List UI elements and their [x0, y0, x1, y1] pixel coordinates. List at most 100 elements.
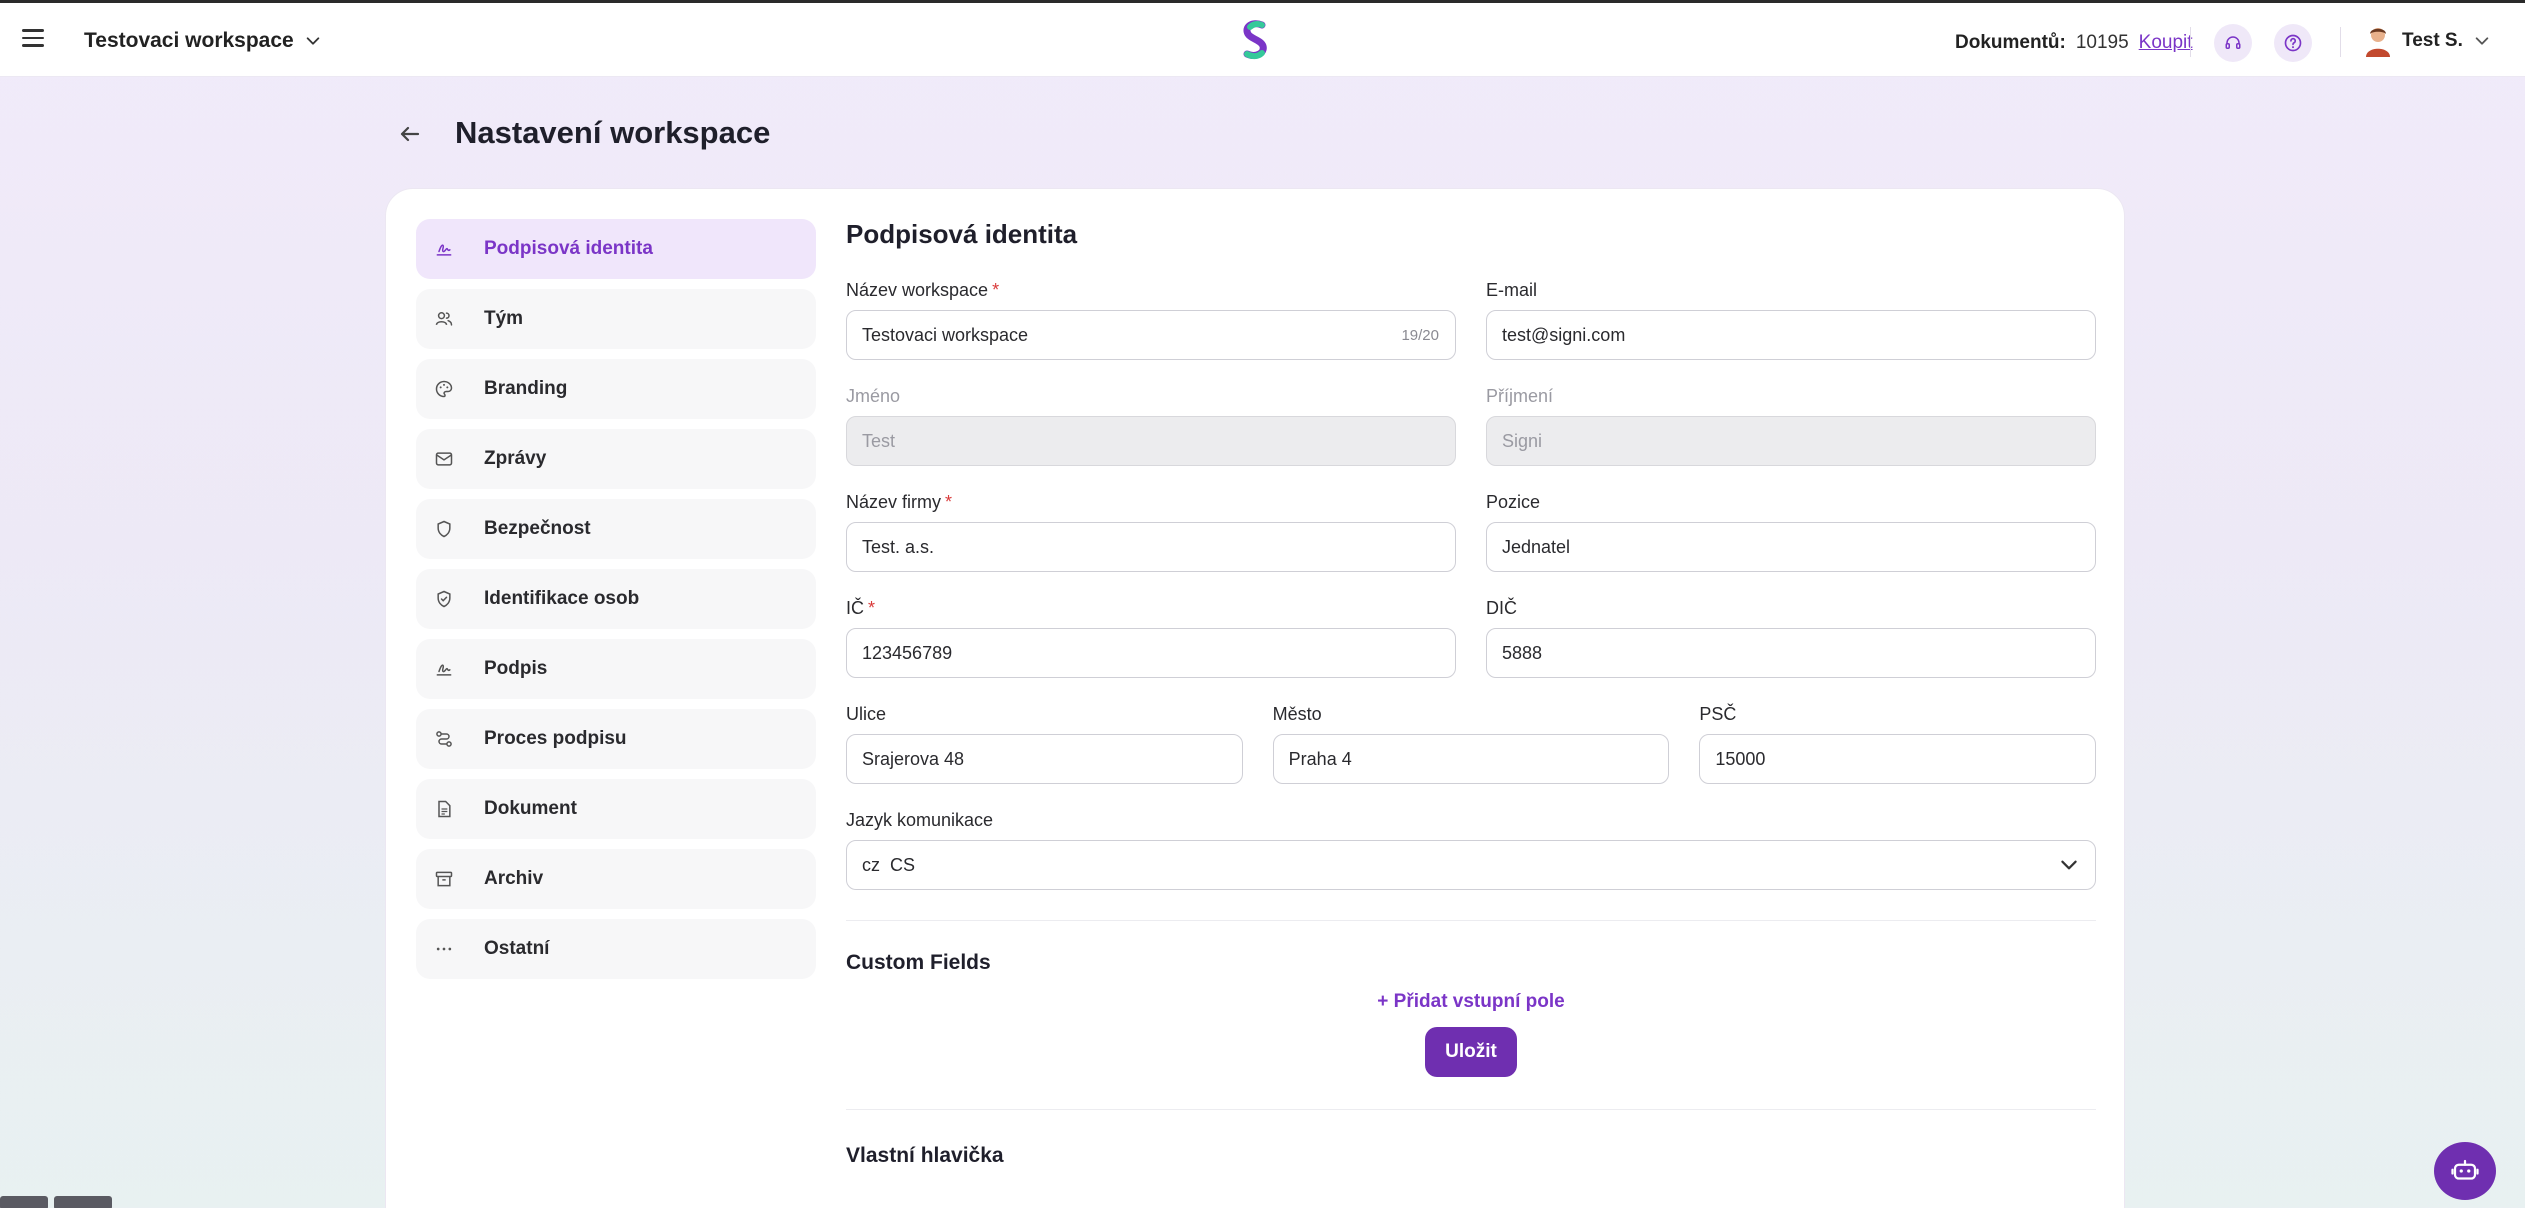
nav-item-zpravy[interactable]: Zprávy [416, 429, 816, 489]
position-input[interactable]: Jednatel [1486, 522, 2096, 572]
dic-input[interactable]: 5888 [1486, 628, 2096, 678]
first-name-field: Jméno Test [846, 386, 1456, 466]
user-menu[interactable]: Test S. [2364, 25, 2491, 57]
input-value: Praha 4 [1288, 748, 1352, 769]
nav-item-proces-podpisu[interactable]: Proces podpisu [416, 709, 816, 769]
debug-tag [0, 1196, 48, 1208]
company-input[interactable]: Test. a.s. [846, 522, 1456, 572]
chat-bot-button[interactable] [2434, 1142, 2496, 1200]
zip-field: PSČ 15000 [1699, 704, 2097, 784]
identity-form: Podpisová identita Název workspace * Test… [846, 219, 2097, 1184]
nav-item-label: Podpisová identita [484, 238, 653, 259]
ic-input[interactable]: 123456789 [846, 628, 1456, 678]
field-label: Název workspace [846, 280, 989, 300]
input-value: 5888 [1502, 642, 1543, 663]
signature-icon [434, 659, 454, 679]
position-field: Pozice Jednatel [1486, 492, 2096, 572]
back-arrow-icon[interactable] [396, 120, 424, 148]
shield-check-icon [434, 589, 454, 609]
shield-icon [434, 519, 454, 539]
field-label: Město [1272, 704, 1322, 724]
mail-icon [434, 449, 454, 469]
nav-item-label: Dokument [484, 798, 577, 819]
workspace-name-input[interactable]: Testovaci workspace 19/20 [846, 310, 1456, 360]
first-name-input: Test [846, 416, 1456, 466]
nav-item-podpis[interactable]: Podpis [416, 639, 816, 699]
company-field: Název firmy * Test. a.s. [846, 492, 1456, 572]
input-value: Srajerova 48 [862, 748, 965, 769]
city-input[interactable]: Praha 4 [1272, 734, 1670, 784]
email-input[interactable]: test@signi.com [1486, 310, 2096, 360]
input-value: Jednatel [1502, 536, 1571, 557]
nav-item-label: Proces podpisu [484, 728, 627, 749]
nav-item-identifikace-osob[interactable]: Identifikace osob [416, 569, 816, 629]
language-field: Jazyk komunikace cz CS [846, 810, 2096, 890]
street-input[interactable]: Srajerova 48 [846, 734, 1243, 784]
field-label: Ulice [846, 704, 887, 724]
avatar [2366, 28, 2390, 57]
last-name-field: Příjmení Signi [1486, 386, 2096, 466]
field-label: Jazyk komunikace [846, 810, 994, 830]
documents-count: 10195 [2075, 32, 2129, 53]
chevron-down-icon [306, 37, 320, 45]
nav-item-archiv[interactable]: Archiv [416, 849, 816, 909]
users-icon [434, 309, 454, 329]
field-label: Příjmení [1486, 386, 1554, 406]
language-select[interactable]: cz CS [846, 840, 2096, 890]
support-button[interactable] [2214, 24, 2252, 62]
help-icon [2284, 34, 2302, 52]
menu-icon[interactable] [22, 29, 44, 49]
flag-code: cz [862, 854, 880, 875]
nav-item-podpisova-identita[interactable]: Podpisová identita [416, 219, 816, 279]
field-label: PSČ [1699, 704, 1737, 724]
settings-card: Podpisová identita Tým Branding Zprávy B… [385, 188, 2125, 1208]
divider [846, 920, 2096, 921]
divider [2340, 27, 2341, 57]
input-value: Testovaci workspace [862, 324, 1029, 345]
nav-item-ostatni[interactable]: Ostatní [416, 919, 816, 979]
save-button[interactable]: Uložit [1425, 1027, 1517, 1077]
add-input-field-link[interactable]: + Přidat vstupní pole [846, 991, 2096, 1013]
more-icon [434, 939, 454, 959]
document-icon [434, 799, 454, 819]
nav-item-branding[interactable]: Branding [416, 359, 816, 419]
nav-item-label: Bezpečnost [484, 518, 591, 539]
bot-icon [2451, 1159, 2479, 1180]
top-bar: Testovaci workspace Dokumentů: 10195 Kou… [0, 0, 2525, 77]
select-value: CS [890, 854, 916, 875]
field-label: Název firmy [846, 492, 942, 512]
nav-item-label: Ostatní [484, 938, 550, 959]
nav-item-label: Zprávy [484, 448, 547, 469]
workspace-name: Testovaci workspace [84, 29, 294, 52]
workspace-name-field: Název workspace * Testovaci workspace 19/… [846, 280, 1456, 360]
help-button[interactable] [2274, 24, 2312, 62]
headset-icon [2225, 36, 2241, 49]
chevron-down-icon [2475, 37, 2489, 45]
field-label: DIČ [1486, 598, 1517, 618]
input-value: 123456789 [862, 642, 953, 663]
custom-fields-title: Custom Fields [846, 951, 991, 974]
divider [2190, 27, 2191, 57]
field-label: IČ [846, 598, 864, 618]
page-title: Nastavení workspace [455, 115, 771, 150]
input-value: Test [862, 430, 896, 451]
documents-label: Dokumentů: [1955, 32, 2066, 53]
zip-input[interactable]: 15000 [1699, 734, 2097, 784]
input-value: Test. a.s. [862, 536, 935, 557]
palette-icon [434, 379, 454, 399]
required-mark: * [945, 492, 953, 512]
settings-nav: Podpisová identita Tým Branding Zprávy B… [416, 219, 816, 989]
workspace-switcher[interactable]: Testovaci workspace [84, 29, 322, 53]
input-value: Signi [1502, 430, 1543, 451]
nav-item-bezpecnost[interactable]: Bezpečnost [416, 499, 816, 559]
required-mark: * [992, 280, 1000, 300]
signi-logo[interactable] [1238, 19, 1272, 63]
documents-counter: Dokumentů: 10195 Koupit [1955, 32, 2193, 54]
required-mark: * [868, 598, 876, 618]
divider [846, 1109, 2096, 1110]
buy-link[interactable]: Koupit [2139, 32, 2193, 54]
nav-item-dokument[interactable]: Dokument [416, 779, 816, 839]
archive-icon [434, 869, 454, 889]
nav-item-label: Tým [484, 308, 524, 329]
nav-item-tym[interactable]: Tým [416, 289, 816, 349]
